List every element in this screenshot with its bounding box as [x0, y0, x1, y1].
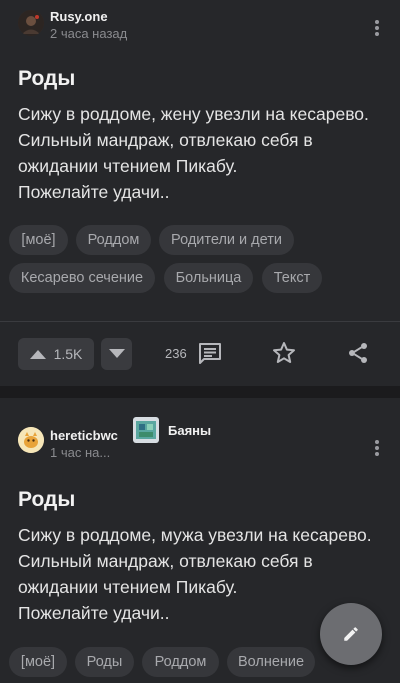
more-options-icon[interactable]	[370, 18, 384, 38]
post-body-line: Сижу в роддоме, жену увезли на кесарево.	[18, 104, 369, 124]
author-avatar[interactable]	[18, 10, 44, 36]
tag-chip[interactable]: Кесарево сечение	[9, 263, 155, 293]
post-body-line: Сильный мандраж, отвлекаю себя в	[18, 551, 313, 571]
create-post-button[interactable]	[320, 603, 382, 665]
author-name[interactable]: hereticbwc	[50, 428, 118, 443]
post-body-line: ожидании чтением Пикабу.	[18, 577, 238, 597]
comments-icon[interactable]	[198, 342, 222, 366]
post-body-line: Пожелайте удачи..	[18, 182, 170, 202]
post-body: Сижу в роддоме, жену увезли на кесарево.…	[18, 101, 388, 205]
community-name[interactable]: Баяны	[168, 423, 211, 438]
share-icon[interactable]	[346, 341, 370, 365]
author-name[interactable]: Rusy.one	[50, 9, 108, 24]
post-body-line: ожидании чтением Пикабу.	[18, 156, 238, 176]
post-title[interactable]: Роды	[18, 488, 75, 512]
downvote-icon	[108, 349, 125, 358]
divider	[0, 321, 400, 322]
tag-chip[interactable]: [моё]	[9, 647, 67, 677]
post-body-line: Сильный мандраж, отвлекаю себя в	[18, 130, 313, 150]
tag-chip[interactable]: Волнение	[227, 647, 315, 677]
rating-count: 1.5K	[53, 346, 83, 362]
post-card: Rusy.one 2 часа назад Роды Сижу в роддом…	[0, 0, 400, 386]
post-time: 1 час на...	[50, 445, 111, 460]
tag-chip[interactable]: [моё]	[9, 225, 68, 255]
post-body-line: Сижу в роддоме, мужа увезли на кесарево.	[18, 525, 372, 545]
save-star-icon[interactable]	[272, 341, 296, 365]
tag-chip[interactable]: Текст	[262, 263, 322, 293]
tag-chip[interactable]: Роддом	[76, 225, 151, 255]
community-icon[interactable]	[133, 417, 159, 443]
downvote-button[interactable]	[101, 338, 132, 370]
pencil-icon	[344, 627, 358, 641]
comments-count[interactable]: 236	[165, 346, 187, 361]
upvote-icon	[29, 350, 46, 359]
tag-chip[interactable]: Роддом	[142, 647, 219, 677]
post-time: 2 часа назад	[50, 26, 128, 41]
tag-chip[interactable]: Роды	[75, 647, 134, 677]
upvote-button[interactable]: 1.5K	[18, 338, 94, 370]
author-avatar[interactable]	[18, 427, 44, 453]
tag-chip[interactable]: Больница	[164, 263, 253, 293]
tag-chip[interactable]: Родители и дети	[159, 225, 294, 255]
more-options-icon[interactable]	[370, 438, 384, 458]
post-title[interactable]: Роды	[18, 67, 75, 91]
